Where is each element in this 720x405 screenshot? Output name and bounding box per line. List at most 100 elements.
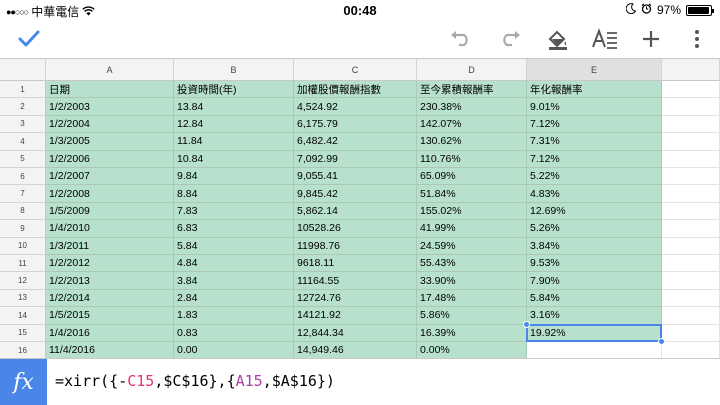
cell-c12[interactable]: 11164.55 (294, 272, 417, 290)
cell-c16[interactable]: 14,949.46 (294, 342, 417, 360)
column-header-b[interactable]: B (174, 59, 294, 81)
cell-d9[interactable]: 41.99% (417, 220, 527, 238)
cell-a10[interactable]: 1/3/2011 (46, 237, 174, 255)
cell-c6[interactable]: 9,055.41 (294, 168, 417, 186)
cell-e15[interactable]: 19.92% (527, 324, 662, 342)
cell-d14[interactable]: 5.86% (417, 307, 527, 325)
cell-c15[interactable]: 12,844.34 (294, 324, 417, 342)
row-header[interactable]: 2 (0, 98, 46, 116)
cell-b15[interactable]: 0.83 (174, 324, 294, 342)
cell-d12[interactable]: 33.90% (417, 272, 527, 290)
row-header[interactable]: 14 (0, 307, 46, 325)
cell-e6[interactable]: 5.22% (527, 168, 662, 186)
row-header[interactable]: 5 (0, 150, 46, 168)
cell-empty[interactable] (662, 220, 720, 238)
redo-icon[interactable] (495, 24, 525, 54)
column-header-c[interactable]: C (294, 59, 417, 81)
cell-a12[interactable]: 1/2/2013 (46, 272, 174, 290)
row-header[interactable]: 8 (0, 202, 46, 221)
cell-b3[interactable]: 12.84 (174, 115, 294, 134)
cell-b7[interactable]: 8.84 (174, 185, 294, 203)
select-all-corner[interactable] (0, 59, 46, 81)
row-header[interactable]: 7 (0, 185, 46, 203)
cell-a16[interactable]: 11/4/2016 (46, 342, 174, 360)
cell-empty[interactable] (662, 342, 720, 360)
cell-empty[interactable] (662, 324, 720, 342)
cell-e7[interactable]: 4.83% (527, 185, 662, 203)
column-header-a[interactable]: A (46, 59, 174, 81)
cell-d4[interactable]: 130.62% (417, 133, 527, 151)
cell-b4[interactable]: 11.84 (174, 133, 294, 151)
cell-empty[interactable] (662, 255, 720, 273)
cell-c7[interactable]: 9,845.42 (294, 185, 417, 203)
cell-b11[interactable]: 4.84 (174, 255, 294, 273)
cell-e9[interactable]: 5.26% (527, 220, 662, 238)
cell-a6[interactable]: 1/2/2007 (46, 168, 174, 186)
row-header[interactable]: 11 (0, 255, 46, 273)
cell-d16[interactable]: 0.00% (417, 342, 527, 360)
cell-d11[interactable]: 55.43% (417, 255, 527, 273)
cell-c1[interactable]: 加權股價報酬指數 (294, 81, 417, 99)
plus-icon[interactable] (636, 24, 666, 54)
row-header[interactable]: 10 (0, 237, 46, 255)
cell-empty[interactable] (662, 307, 720, 325)
cell-empty[interactable] (662, 272, 720, 290)
row-header[interactable]: 15 (0, 324, 46, 342)
cell-e3[interactable]: 7.12% (527, 115, 662, 134)
cell-b12[interactable]: 3.84 (174, 272, 294, 290)
cell-d6[interactable]: 65.09% (417, 168, 527, 186)
cell-b2[interactable]: 13.84 (174, 98, 294, 116)
cell-a14[interactable]: 1/5/2015 (46, 307, 174, 325)
cell-e11[interactable]: 9.53% (527, 255, 662, 273)
cell-e8[interactable]: 12.69% (527, 202, 662, 221)
cell-c11[interactable]: 9618.11 (294, 255, 417, 273)
cell-d13[interactable]: 17.48% (417, 289, 527, 308)
row-header[interactable]: 6 (0, 168, 46, 186)
cell-a7[interactable]: 1/2/2008 (46, 185, 174, 203)
cell-a15[interactable]: 1/4/2016 (46, 324, 174, 342)
row-header[interactable]: 3 (0, 115, 46, 134)
cell-c10[interactable]: 11998.76 (294, 237, 417, 255)
more-icon[interactable] (682, 24, 712, 54)
cell-d7[interactable]: 51.84% (417, 185, 527, 203)
cell-d1[interactable]: 至今累積報酬率 (417, 81, 527, 99)
cell-b13[interactable]: 2.84 (174, 289, 294, 308)
cell-a13[interactable]: 1/2/2014 (46, 289, 174, 308)
cell-e10[interactable]: 3.84% (527, 237, 662, 255)
spreadsheet-grid[interactable]: A B C D E 1 日期 投資時間(年) 加權股價報酬指數 至今累積報酬率 年化報酬率 2 1/2/… (0, 58, 720, 360)
cell-d3[interactable]: 142.07% (417, 115, 527, 134)
cell-a9[interactable]: 1/4/2010 (46, 220, 174, 238)
cell-a3[interactable]: 1/2/2004 (46, 115, 174, 134)
cell-empty[interactable] (662, 150, 720, 168)
fx-icon[interactable]: fx (0, 359, 47, 405)
formula-input[interactable]: =xirr({-C15,$C$16},{A15,$A$16}) (55, 372, 335, 390)
cell-b8[interactable]: 7.83 (174, 202, 294, 221)
cell-empty[interactable] (662, 168, 720, 186)
fill-color-icon[interactable] (543, 24, 573, 54)
cell-c9[interactable]: 10528.26 (294, 220, 417, 238)
cell-a11[interactable]: 1/2/2012 (46, 255, 174, 273)
cell-e12[interactable]: 7.90% (527, 272, 662, 290)
cell-empty[interactable] (662, 98, 720, 116)
cell-e4[interactable]: 7.31% (527, 133, 662, 151)
cell-c3[interactable]: 6,175.79 (294, 115, 417, 134)
cell-c14[interactable]: 14121.92 (294, 307, 417, 325)
cell-e16[interactable] (527, 342, 662, 360)
row-header[interactable]: 9 (0, 220, 46, 238)
selection-handle-bottom-right[interactable] (658, 338, 665, 345)
cell-a4[interactable]: 1/3/2005 (46, 133, 174, 151)
cell-c2[interactable]: 4,524.92 (294, 98, 417, 116)
cell-d8[interactable]: 155.02% (417, 202, 527, 221)
cell-a5[interactable]: 1/2/2006 (46, 150, 174, 168)
cell-d15[interactable]: 16.39% (417, 324, 527, 342)
cell-d5[interactable]: 110.76% (417, 150, 527, 168)
row-header[interactable]: 12 (0, 272, 46, 290)
row-header[interactable]: 16 (0, 342, 46, 360)
row-header[interactable]: 1 (0, 81, 46, 99)
cell-c5[interactable]: 7,092.99 (294, 150, 417, 168)
cell-empty[interactable] (662, 185, 720, 203)
cell-e2[interactable]: 9.01% (527, 98, 662, 116)
cell-e5[interactable]: 7.12% (527, 150, 662, 168)
cell-a1[interactable]: 日期 (46, 81, 174, 99)
cell-c13[interactable]: 12724.76 (294, 289, 417, 308)
